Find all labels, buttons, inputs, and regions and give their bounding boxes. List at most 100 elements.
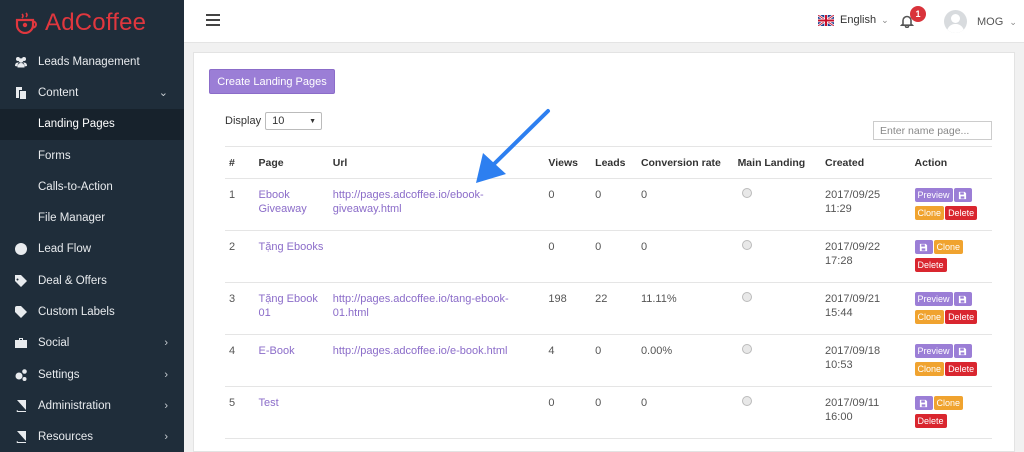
sidebar-item-label: Calls-to-Action (38, 180, 113, 193)
chevron-down-icon: ⌄ (881, 14, 889, 25)
coffee-cup-logo-icon (15, 12, 37, 34)
page-name-link[interactable]: E-Book (254, 334, 329, 387)
page-name-link[interactable]: Tặng Ebooks (254, 230, 329, 283)
avatar[interactable] (944, 10, 967, 33)
column-header: Url (328, 146, 545, 179)
main-landing-cell (733, 282, 822, 335)
conversion-rate: 0 (636, 386, 734, 439)
sidebar-item-label: File Manager (38, 212, 106, 225)
sidebar-item-lead-flow[interactable]: Lead Flow (0, 234, 184, 265)
created-date: 2017/09/18 10:53 (821, 334, 911, 387)
sidebar: AdCoffee Leads Management Content ⌄ Landing… (0, 0, 184, 452)
main-landing-radio[interactable] (741, 292, 752, 302)
delete-button[interactable]: Delete (945, 310, 978, 324)
sidebar-item-deal-offers[interactable]: Deal & Offers (0, 265, 184, 296)
language-selector[interactable]: English ⌄ (818, 14, 889, 26)
views-count: 4 (544, 334, 592, 387)
page-url-link[interactable]: http://pages.adcoffee.io/tang-ebook-01.h… (328, 282, 545, 335)
save-icon[interactable] (953, 292, 972, 306)
tag-icon (14, 274, 28, 288)
created-date: 2017/09/25 11:29 (821, 178, 911, 231)
sidebar-item-label: Resources (38, 431, 93, 444)
clone-button[interactable]: Clone (914, 310, 945, 324)
menu-toggle-icon[interactable] (206, 14, 220, 26)
page-name-link[interactable]: Tặng Ebook 01 (254, 282, 329, 335)
sidebar-item-resources[interactable]: Resources › (0, 422, 184, 452)
page-name-link[interactable]: Ebook Giveaway (254, 178, 329, 231)
sidebar-item-label: Social (38, 337, 70, 350)
landing-pages-panel: Create Landing Pages Display 10 ▼ #PageU… (193, 52, 1015, 452)
chevron-right-icon: › (164, 337, 168, 350)
created-date: 2017/09/11 16:00 (821, 386, 911, 439)
chevron-down-icon: ⌄ (1009, 17, 1017, 27)
column-header: Conversion rate (636, 146, 734, 179)
delete-button[interactable]: Delete (945, 362, 978, 376)
row-actions: Preview Clone Delete (910, 178, 992, 231)
search-page-input[interactable] (873, 121, 992, 140)
clone-button[interactable]: Clone (914, 206, 945, 220)
page-url-link[interactable] (328, 386, 545, 439)
conversion-rate: 11.11% (636, 282, 734, 335)
user-name: MOG (977, 16, 1004, 28)
preview-button[interactable]: Preview (914, 344, 953, 358)
brand-logo[interactable]: AdCoffee (0, 0, 184, 46)
sidebar-item-administration[interactable]: Administration › (0, 390, 184, 421)
sidebar-item-calls-to-action[interactable]: Calls-to-Action (0, 171, 184, 203)
book-icon (14, 430, 28, 444)
display-count-select[interactable]: 10 ▼ (265, 112, 323, 130)
main-landing-radio[interactable] (741, 240, 752, 250)
save-icon[interactable] (953, 188, 972, 202)
display-label: Display (225, 115, 262, 127)
user-menu[interactable]: MOG ⌄ (977, 16, 1017, 28)
sidebar-item-label: Lead Flow (38, 243, 92, 256)
delete-button[interactable]: Delete (914, 414, 947, 428)
delete-button[interactable]: Delete (914, 258, 947, 272)
chevron-right-icon: › (164, 431, 168, 444)
row-actions: Preview Clone Delete (910, 282, 992, 335)
main-landing-radio[interactable] (741, 396, 752, 406)
sidebar-item-social[interactable]: Social › (0, 328, 184, 359)
main-landing-radio[interactable] (741, 188, 752, 198)
row-number: 2 (225, 230, 255, 283)
preview-button[interactable]: Preview (914, 188, 953, 202)
main-landing-cell (733, 178, 822, 231)
save-icon[interactable] (914, 396, 933, 410)
display-control: Display 10 ▼ (225, 112, 323, 130)
sidebar-item-label: Leads Management (38, 55, 140, 68)
briefcase-icon (14, 336, 28, 350)
sidebar-item-landing-pages[interactable]: Landing Pages (0, 108, 184, 140)
clone-button[interactable]: Clone (933, 396, 964, 410)
sidebar-item-content[interactable]: Content ⌄ (0, 77, 184, 108)
sidebar-item-leads-management[interactable]: Leads Management (0, 46, 184, 77)
leads-count: 0 (591, 334, 637, 387)
table-header-row: # Page Url Views Leads Conversion rate Main La… (225, 146, 992, 179)
sidebar-item-custom-labels[interactable]: Custom Labels (0, 296, 184, 327)
notification-badge: 1 (910, 6, 926, 22)
main-landing-radio[interactable] (741, 344, 752, 354)
sidebar-item-label: Landing Pages (38, 118, 115, 131)
leads-count: 22 (591, 282, 637, 335)
sidebar-item-file-manager[interactable]: File Manager (0, 202, 184, 234)
leads-count: 0 (591, 230, 637, 283)
display-count-value: 10 (272, 115, 285, 127)
create-landing-pages-button[interactable]: Create Landing Pages (209, 69, 335, 94)
clone-button[interactable]: Clone (914, 362, 945, 376)
sidebar-item-forms[interactable]: Forms (0, 139, 184, 172)
save-icon[interactable] (914, 240, 933, 254)
page-url-link[interactable] (328, 230, 545, 283)
column-header: # (225, 146, 255, 179)
row-number: 3 (225, 282, 255, 335)
clone-button[interactable]: Clone (933, 240, 964, 254)
save-icon[interactable] (953, 344, 972, 358)
preview-button[interactable]: Preview (914, 292, 953, 306)
row-actions: Clone Delete (910, 386, 992, 439)
table-row: 4 E-Book http://pages.adcoffee.io/e-book.h… (225, 334, 992, 387)
delete-button[interactable]: Delete (945, 206, 978, 220)
page-url-link[interactable]: http://pages.adcoffee.io/ebook-giveaway.… (328, 178, 545, 231)
page-name-link[interactable]: Test (254, 386, 329, 439)
sidebar-item-settings[interactable]: Settings › (0, 359, 184, 390)
label-icon (14, 305, 28, 319)
created-date: 2017/09/22 17:28 (821, 230, 911, 283)
column-header: Page (254, 146, 329, 179)
page-url-link[interactable]: http://pages.adcoffee.io/e-book.html (328, 334, 545, 387)
